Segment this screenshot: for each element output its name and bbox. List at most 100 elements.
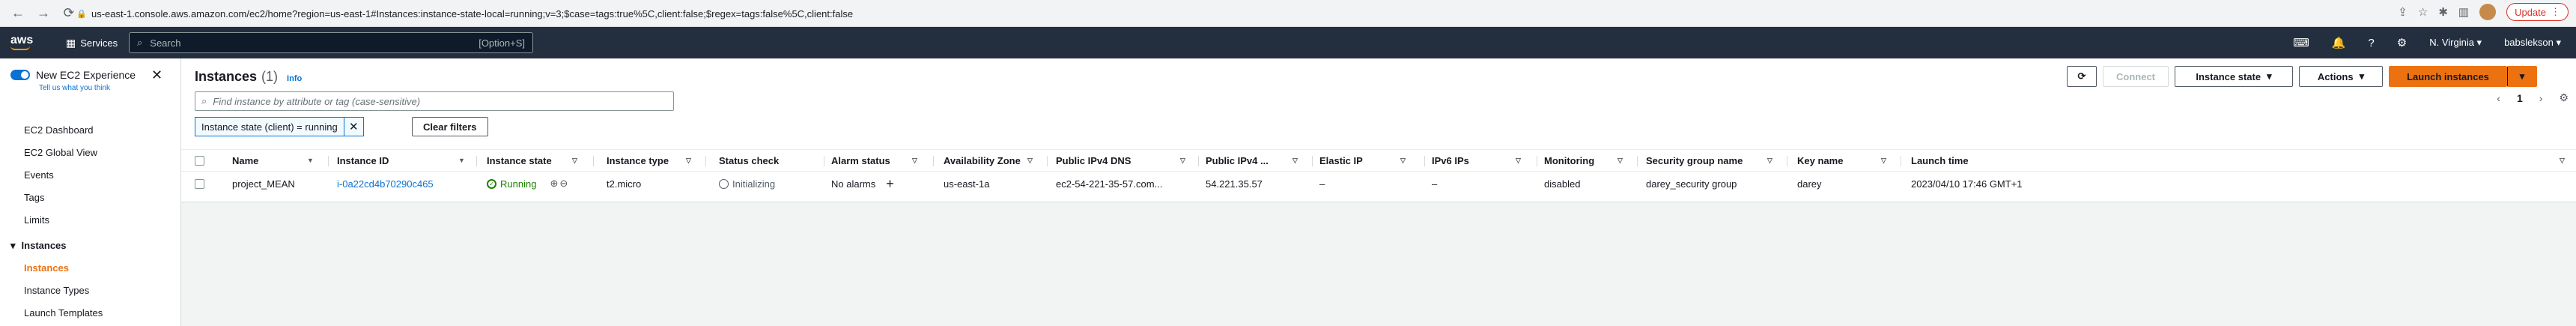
new-experience-label: New EC2 Experience [36,69,136,81]
search-shortcut: [Option+S] [479,37,525,49]
clear-filters-button[interactable]: Clear filters [412,117,488,136]
search-icon: ⌕ [201,95,207,106]
profile-avatar[interactable] [2479,4,2497,20]
sidebar-item-limits[interactable]: Limits [24,214,49,226]
col-public-ipv4[interactable]: Public IPv4 ... [1206,150,1269,171]
col-instance-state[interactable]: Instance state [487,150,552,171]
col-instance-type[interactable]: Instance type [607,150,669,171]
col-availability-zone[interactable]: Availability Zone [944,150,1021,171]
next-page-icon[interactable]: › [2539,92,2543,104]
sidebar-item-instance-types[interactable]: Instance Types [24,285,89,296]
launch-dropdown-button[interactable]: ▾ [2507,66,2537,87]
page-number[interactable]: 1 [2517,92,2523,104]
search-icon: ⌕ [137,37,143,48]
col-instance-id[interactable]: Instance ID [337,150,389,171]
connect-button[interactable]: Connect [2103,66,2169,87]
search-placeholder: Search [150,37,181,49]
new-experience-toggle[interactable]: New EC2 Experience [10,69,136,81]
caret-down-icon: ▾ [2359,70,2365,82]
sidebar-item-global-view[interactable]: EC2 Global View [24,147,97,158]
star-icon[interactable]: ☆ [2418,5,2428,19]
settings-icon[interactable]: ⚙ [2559,91,2569,104]
sort-icon[interactable]: ▽ [1292,150,1298,171]
bell-icon[interactable]: 🔔 [2332,36,2346,49]
zoom-in-icon[interactable]: ⊕ [550,178,558,190]
sidebar-item-tags[interactable]: Tags [24,192,44,203]
feedback-link[interactable]: Tell us what you think [39,84,110,92]
col-elastic-ip[interactable]: Elastic IP [1319,150,1363,171]
main-content: Instances (1) Info ⟳ Connect Instance st… [181,58,2576,326]
sidepanel-icon[interactable]: ▥ [2458,5,2469,19]
services-menu[interactable]: ▦ Services [66,37,118,49]
cell-elastic-ip: – [1319,178,1325,190]
info-link[interactable]: Info [287,74,302,83]
sort-icon[interactable]: ▽ [2560,150,2565,171]
account-menu[interactable]: babslekson ▾ [2504,37,2561,49]
col-name[interactable]: Name [232,150,258,171]
col-key-name[interactable]: Key name [1797,150,1843,171]
row-checkbox[interactable] [195,178,204,189]
check-circle-icon: ✓ [487,178,496,189]
filter-token-label: Instance state (client) = running [201,121,338,133]
prev-page-icon[interactable]: ‹ [2497,92,2500,104]
launch-instances-button[interactable]: Launch instances [2389,66,2507,87]
share-icon[interactable]: ⇪ [2398,5,2408,19]
sidebar-item-instances[interactable]: Instances [24,262,69,274]
update-button[interactable]: Update ⋮ [2506,3,2569,21]
toggle-switch[interactable] [10,70,30,80]
table-row[interactable]: project_MEAN i-0a22cd4b70290c465 ✓ Runni… [181,172,2576,196]
address-bar[interactable]: 🔒 us-east-1.console.aws.amazon.com/ec2/h… [73,4,2365,23]
col-public-dns[interactable]: Public IPv4 DNS [1056,150,1131,171]
sort-icon[interactable]: ▽ [1767,150,1772,171]
sort-icon[interactable]: ▽ [1617,150,1623,171]
col-status-check[interactable]: Status check [719,150,779,171]
help-icon[interactable]: ? [2368,37,2374,49]
col-launch-time[interactable]: Launch time [1911,150,1969,171]
zoom-out-icon[interactable]: ⊖ [559,178,568,190]
col-ipv6[interactable]: IPv6 IPs [1432,150,1469,171]
sort-icon[interactable]: ▽ [1180,150,1185,171]
page-title: Instances (1) Info [195,69,303,84]
sort-icon[interactable]: ▽ [686,150,691,171]
sort-icon[interactable]: ▽ [1516,150,1521,171]
sidebar-section-instances[interactable]: ▾ Instances [10,240,67,252]
aws-logo[interactable]: aws [10,34,40,50]
region-selector[interactable]: N. Virginia ▾ [2429,37,2482,49]
cloudshell-icon[interactable]: ⌨ [2293,36,2309,49]
grid-icon: ▦ [66,36,76,49]
sidebar: New EC2 Experience Tell us what you thin… [0,58,181,326]
col-security-group[interactable]: Security group name [1646,150,1743,171]
remove-filter-icon[interactable]: ✕ [343,118,363,136]
gear-icon[interactable]: ⚙ [2397,36,2407,49]
col-alarm-status[interactable]: Alarm status [831,150,890,171]
sort-icon[interactable]: ▽ [572,150,577,171]
cell-dns: ec2-54-221-35-57.com... [1056,178,1163,190]
extensions-icon[interactable]: ✱ [2438,5,2448,19]
cell-monitoring: disabled [1544,178,1581,190]
sort-icon[interactable]: ▽ [1400,150,1406,171]
cell-key-name: darey [1797,178,1822,190]
instance-state-button[interactable]: Instance state ▾ [2175,66,2293,87]
sidebar-item-ec2-dashboard[interactable]: EC2 Dashboard [24,124,94,136]
sidebar-item-launch-templates[interactable]: Launch Templates [24,307,103,319]
cell-instance-id[interactable]: i-0a22cd4b70290c465 [337,172,434,196]
sort-icon[interactable]: ▽ [912,150,917,171]
select-all-checkbox[interactable] [195,155,204,166]
col-monitoring[interactable]: Monitoring [1544,150,1594,171]
close-icon[interactable]: ✕ [151,67,162,83]
search-input[interactable]: ⌕ Search [Option+S] [129,32,533,53]
actions-button[interactable]: Actions ▾ [2299,66,2383,87]
sort-icon[interactable]: ▼ [458,150,465,171]
filter-input[interactable]: ⌕ Find instance by attribute or tag (cas… [195,91,674,111]
sort-icon[interactable]: ▽ [1027,150,1033,171]
forward-icon[interactable]: → [36,5,51,21]
sidebar-item-events[interactable]: Events [24,169,54,181]
refresh-button[interactable]: ⟳ [2067,66,2097,87]
add-alarm-icon[interactable]: + [886,176,894,192]
refresh-icon: ⟳ [2077,70,2086,82]
back-icon[interactable]: ← [10,5,25,21]
sort-icon[interactable]: ▽ [1881,150,1886,171]
pending-icon [719,178,729,189]
menu-dots-icon: ⋮ [2551,6,2560,17]
sort-icon[interactable]: ▼ [307,150,314,171]
